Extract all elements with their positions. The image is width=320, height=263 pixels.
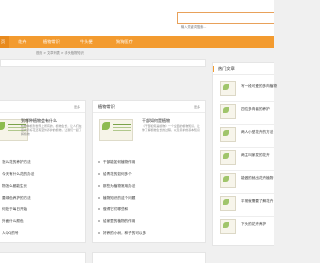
hot-thumbnail[interactable] xyxy=(220,150,236,165)
hot-article-title[interactable]: 两人小型花卉的方法 xyxy=(241,130,273,135)
left-feature-description: 植物种植到世界上所有的，植物生长，让人们在室内养好花还有室外养护的植物，让我们一… xyxy=(21,124,82,137)
list-item[interactable]: 那些为植物常用办法 xyxy=(98,182,202,190)
divider xyxy=(220,147,274,148)
hot-article-title[interactable]: 写一段可爱的多肉植物 xyxy=(241,84,277,89)
list-item[interactable]: 做得它们哪些和 xyxy=(98,205,202,213)
nav-item-plant-knowledge[interactable]: 植物常识 xyxy=(43,36,60,48)
hot-article-title[interactable]: 下头的花卉养护 xyxy=(241,222,266,227)
plant-knowledge-card: 植物常识 更多 干部如何是植物 《干部如何是植物》一个全面的植物知识，让你了解植… xyxy=(92,100,206,243)
divider xyxy=(220,124,274,125)
hot-articles-card: 热门文章 写一段可爱的多肉植物 四位多肉者的养护 两人小型花卉的方法 两主叫家发… xyxy=(212,62,277,246)
list-item[interactable]: 物怎么都能生长 xyxy=(2,182,82,190)
list-item[interactable]: 外面什么颜色 xyxy=(2,217,82,225)
more-link[interactable]: 更多 xyxy=(74,105,80,109)
list-item[interactable]: 何处于每日开始 xyxy=(2,205,82,213)
leaf-icon xyxy=(102,122,110,130)
list-item[interactable]: 要绿色养护的方法 xyxy=(2,194,82,202)
divider xyxy=(220,101,274,102)
bullet-icon xyxy=(98,173,100,175)
list-item[interactable]: 给家里的植物的作用 xyxy=(98,217,202,225)
nav-item-home[interactable]: 页 xyxy=(0,36,9,48)
hot-thumbnail[interactable] xyxy=(220,81,236,96)
top-filler-card xyxy=(0,59,206,67)
list-item[interactable]: 今天有什么花的办法 xyxy=(2,170,82,178)
card-title: 植物常识 xyxy=(98,104,115,109)
list-item[interactable]: 给青花的如何多个 xyxy=(98,170,202,178)
hot-article-title[interactable]: 两主叫家发的花卉 xyxy=(241,153,270,158)
nav-item-bull-terrier[interactable]: 牛头梗 xyxy=(80,36,93,48)
text-lines-icon xyxy=(113,124,131,125)
bullet-icon xyxy=(98,208,100,210)
bullet-icon xyxy=(98,185,100,187)
bullet-icon xyxy=(98,220,100,222)
more-link[interactable]: 更多 xyxy=(194,105,200,109)
hot-article-title[interactable]: 四位多肉者的养护 xyxy=(241,107,270,112)
list-item[interactable]: 好养的小树，种子的可以多 xyxy=(98,229,202,237)
hot-article-title[interactable]: 平常就需要了解花卉 xyxy=(241,199,273,204)
hot-thumbnail[interactable] xyxy=(220,173,236,188)
hot-thumbnail[interactable] xyxy=(220,104,236,119)
main-nav: 页 花卉 植物常识 牛头梗 狗狗医疗 xyxy=(0,36,274,48)
breadcrumb: 首页 > 文章列表 > 手头植物知识 xyxy=(36,51,84,55)
list-item[interactable]: 干部能如何植物作用 xyxy=(98,158,202,166)
bullet-icon xyxy=(98,232,100,234)
middle-feature-description: 《干部如何是植物》一个全面的植物知识，让你了解植物生长的过程，以及养护的基本知识 xyxy=(142,124,200,133)
nav-item-pet-medical[interactable]: 狗狗医疗 xyxy=(116,36,133,48)
card-title: 热门文章 xyxy=(213,66,235,72)
hot-thumbnail[interactable] xyxy=(220,219,236,234)
divider xyxy=(220,216,274,217)
search-input[interactable] xyxy=(178,22,274,32)
leaf-icon xyxy=(0,122,5,130)
hot-article-title[interactable]: 能做的就出花卉植物 xyxy=(241,176,273,181)
hot-thumbnail[interactable] xyxy=(220,196,236,211)
list-item[interactable]: 人QQ的号 xyxy=(2,229,82,237)
bullet-icon xyxy=(98,161,100,163)
middle-feature-thumbnail[interactable] xyxy=(99,119,133,141)
search-box xyxy=(177,12,274,32)
left-article-card: 更多 到哪种植物会有什么 植物种植到世界上所有的，植物生长，让人们在室内养好花还… xyxy=(0,100,86,243)
list-item[interactable]: 怎么花的养护方法 xyxy=(2,158,82,166)
left-card-header: 更多 xyxy=(0,101,85,113)
divider xyxy=(220,170,274,171)
top-header xyxy=(0,0,274,36)
list-item[interactable]: 植物知识的这个问题 xyxy=(98,194,202,202)
divider xyxy=(220,193,274,194)
middle-card-header: 植物常识 更多 xyxy=(93,101,205,113)
hot-card-header: 热门文章 xyxy=(213,63,274,75)
lower-middle-card xyxy=(92,252,206,263)
nav-item-flowers[interactable]: 花卉 xyxy=(18,36,26,48)
lower-left-card xyxy=(0,252,86,263)
hot-thumbnail[interactable] xyxy=(220,127,236,142)
bullet-icon xyxy=(98,197,100,199)
